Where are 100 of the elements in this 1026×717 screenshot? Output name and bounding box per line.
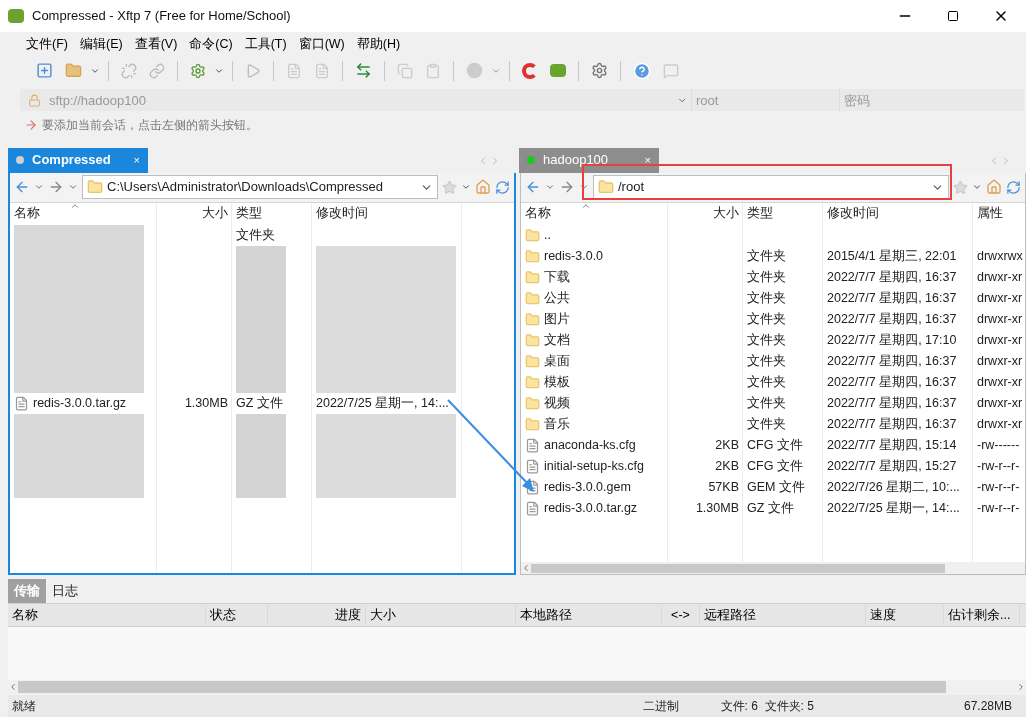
column-header[interactable]: 进度 bbox=[335, 607, 361, 622]
file-row[interactable]: redis-3.0.0.tar.gz 1.30MB GZ 文件 2022/7/25 星期一, 14:... bbox=[10, 392, 514, 414]
menu-item[interactable]: 文件(F) bbox=[26, 34, 68, 54]
app-logo-icon bbox=[8, 9, 24, 23]
column-header[interactable]: 大小 bbox=[370, 607, 396, 622]
star-icon[interactable] bbox=[442, 179, 457, 195]
column-header[interactable]: 类型 bbox=[747, 204, 773, 223]
file-type: CFG 文件 bbox=[747, 436, 803, 454]
column-header[interactable]: 大小 bbox=[202, 204, 228, 223]
file-row[interactable]: 公共 文件夹 2022/7/7 星期四, 16:37 drwxr-xr bbox=[521, 287, 1025, 309]
file-name: 音乐 bbox=[544, 415, 570, 433]
file-type: CFG 文件 bbox=[747, 457, 803, 475]
menu-item[interactable]: 命令(C) bbox=[189, 34, 233, 54]
file-size: 2KB bbox=[715, 436, 739, 454]
column-header[interactable]: 本地路径 bbox=[520, 607, 572, 622]
menu-item[interactable]: 帮助(H) bbox=[356, 34, 401, 54]
file-type: 文件夹 bbox=[747, 415, 786, 433]
home-icon[interactable] bbox=[475, 179, 491, 196]
column-header[interactable]: 状态 bbox=[210, 607, 236, 622]
menu-item[interactable]: 查看(V) bbox=[134, 34, 178, 54]
column-header[interactable]: 速度 bbox=[870, 607, 896, 622]
column-header[interactable]: 名称 bbox=[525, 204, 551, 223]
file-icon bbox=[14, 395, 29, 411]
column-header[interactable]: 估计剩余... bbox=[948, 607, 1011, 622]
file-row[interactable]: 下载 文件夹 2022/7/7 星期四, 16:37 drwxr-xr bbox=[521, 266, 1025, 288]
star-icon[interactable] bbox=[953, 179, 968, 195]
refresh-icon[interactable] bbox=[495, 179, 510, 195]
folder-icon bbox=[525, 227, 540, 243]
column-header[interactable]: 修改时间 bbox=[827, 204, 879, 223]
file-row[interactable]: .. bbox=[521, 224, 1025, 246]
refresh-icon[interactable] bbox=[1006, 179, 1021, 195]
folder-icon bbox=[525, 311, 540, 327]
file-type: 文件夹 bbox=[747, 289, 786, 307]
path-field[interactable]: /root bbox=[593, 175, 949, 200]
file-type: 文件夹 bbox=[747, 247, 786, 265]
menu-item[interactable]: 工具(T) bbox=[244, 34, 287, 54]
folder-icon bbox=[525, 395, 540, 411]
file-row[interactable]: initial-setup-ks.cfg 2KB CFG 文件 2022/7/7 星期四, 15:27 -rw-r--r- bbox=[521, 455, 1025, 477]
menu-item[interactable]: 编辑(E) bbox=[79, 34, 123, 54]
sort-indicator-icon bbox=[581, 202, 591, 211]
column-header[interactable]: 名称 bbox=[12, 607, 38, 622]
password-field[interactable]: 密码 bbox=[839, 89, 1024, 112]
menu-item[interactable]: 窗口(W) bbox=[298, 34, 345, 54]
column-header[interactable]: 大小 bbox=[713, 204, 739, 223]
file-name: 视频 bbox=[544, 394, 570, 412]
file-type: 文件夹 bbox=[747, 373, 786, 391]
file-icon bbox=[525, 479, 540, 495]
column-header[interactable]: 修改时间 bbox=[316, 204, 368, 223]
column-header[interactable]: 类型 bbox=[236, 204, 262, 223]
file-row[interactable]: 模板 文件夹 2022/7/7 星期四, 16:37 drwxr-xr bbox=[521, 371, 1025, 393]
sort-indicator-icon bbox=[70, 202, 80, 211]
path-field[interactable]: C:\Users\Administrator\Downloads\Compressed bbox=[82, 175, 438, 200]
file-type: 文件夹 bbox=[236, 226, 275, 244]
blurred-area bbox=[236, 245, 286, 267]
column-header[interactable]: 远程路径 bbox=[704, 607, 756, 622]
total-size: 67.28MB bbox=[963, 698, 1012, 716]
file-row[interactable]: 视频 文件夹 2022/7/7 星期四, 16:37 drwxr-xr bbox=[521, 392, 1025, 414]
lock-icon bbox=[28, 93, 41, 107]
file-type: 文件夹 bbox=[747, 268, 786, 286]
column-header[interactable]: <-> bbox=[671, 607, 690, 622]
column-header[interactable]: 名称 bbox=[14, 204, 40, 223]
file-row[interactable]: redis-3.0.0.tar.gz 1.30MB GZ 文件 2022/7/25 星期一, 14:... -rw-r--r- bbox=[521, 497, 1025, 519]
modified-time: 2022/7/7 星期四, 15:14 bbox=[827, 436, 957, 454]
panel-tab[interactable]: 日志 bbox=[46, 579, 84, 604]
blurred-area bbox=[236, 371, 286, 393]
file-row[interactable]: 音乐 文件夹 2022/7/7 星期四, 16:37 drwxr-xr bbox=[521, 413, 1025, 435]
horizontal-scrollbar[interactable] bbox=[8, 680, 1026, 695]
file-row[interactable]: 文档 文件夹 2022/7/7 星期四, 17:10 drwxr-xr bbox=[521, 329, 1025, 351]
maximize-icon[interactable] bbox=[947, 10, 959, 22]
home-icon[interactable] bbox=[986, 179, 1002, 196]
modified-time: 2022/7/7 星期四, 16:37 bbox=[827, 394, 957, 412]
modified-time: 2015/4/1 星期三, 22:01 bbox=[827, 247, 957, 265]
modified-time: 2022/7/25 星期一, 14:... bbox=[827, 499, 960, 517]
column-header[interactable]: 属性 bbox=[977, 204, 1003, 223]
file-row[interactable]: redis-3.0.0.gem 57KB GEM 文件 2022/7/26 星期二, 10:... -rw-r--r- bbox=[521, 476, 1025, 498]
file-row[interactable]: 桌面 文件夹 2022/7/7 星期四, 16:37 drwxr-xr bbox=[521, 350, 1025, 372]
file-name: 文档 bbox=[544, 331, 570, 349]
modified-time: 2022/7/7 星期四, 16:37 bbox=[827, 268, 957, 286]
scroll-left-icon[interactable] bbox=[521, 563, 531, 574]
tab-close[interactable]: × bbox=[133, 151, 140, 169]
file-name: redis-3.0.0 bbox=[544, 247, 604, 265]
modified-time: 2022/7/7 星期四, 16:37 bbox=[827, 289, 957, 307]
file-attributes: -rw-r--r- bbox=[977, 457, 1020, 475]
modified-time: 2022/7/25 星期一, 14:... bbox=[316, 394, 449, 412]
file-attributes: -rw------ bbox=[977, 436, 1020, 454]
scroll-left-icon[interactable] bbox=[8, 682, 18, 693]
item-counts: 文件: 6 文件夹: 5 bbox=[720, 698, 814, 716]
session-tab[interactable]: Compressed × bbox=[8, 147, 148, 173]
scroll-right-icon[interactable] bbox=[1016, 682, 1026, 693]
file-attributes: drwxr-xr bbox=[977, 373, 1023, 391]
blurred-area bbox=[236, 476, 286, 498]
file-name: 公共 bbox=[544, 289, 570, 307]
file-row[interactable]: 图片 文件夹 2022/7/7 星期四, 16:37 drwxr-xr bbox=[521, 308, 1025, 330]
transfer-mode: 二进制 bbox=[642, 698, 679, 716]
file-icon bbox=[525, 500, 540, 516]
modified-time: 2022/7/7 星期四, 15:27 bbox=[827, 457, 957, 475]
file-row[interactable]: redis-3.0.0 文件夹 2015/4/1 星期三, 22:01 drwxrwx bbox=[521, 245, 1025, 267]
file-type: GZ 文件 bbox=[747, 499, 794, 517]
file-type: 文件夹 bbox=[747, 352, 786, 370]
file-row[interactable]: anaconda-ks.cfg 2KB CFG 文件 2022/7/7 星期四, 15:14 -rw------ bbox=[521, 434, 1025, 456]
